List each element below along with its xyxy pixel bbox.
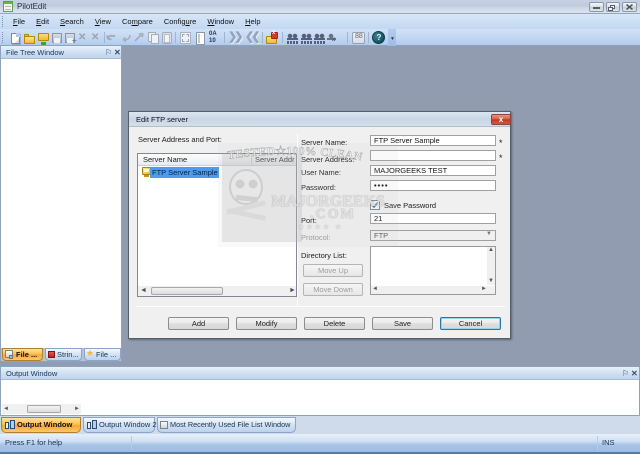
svg-text:TESTED★100% CLEAN: TESTED★100% CLEAN xyxy=(227,144,364,163)
